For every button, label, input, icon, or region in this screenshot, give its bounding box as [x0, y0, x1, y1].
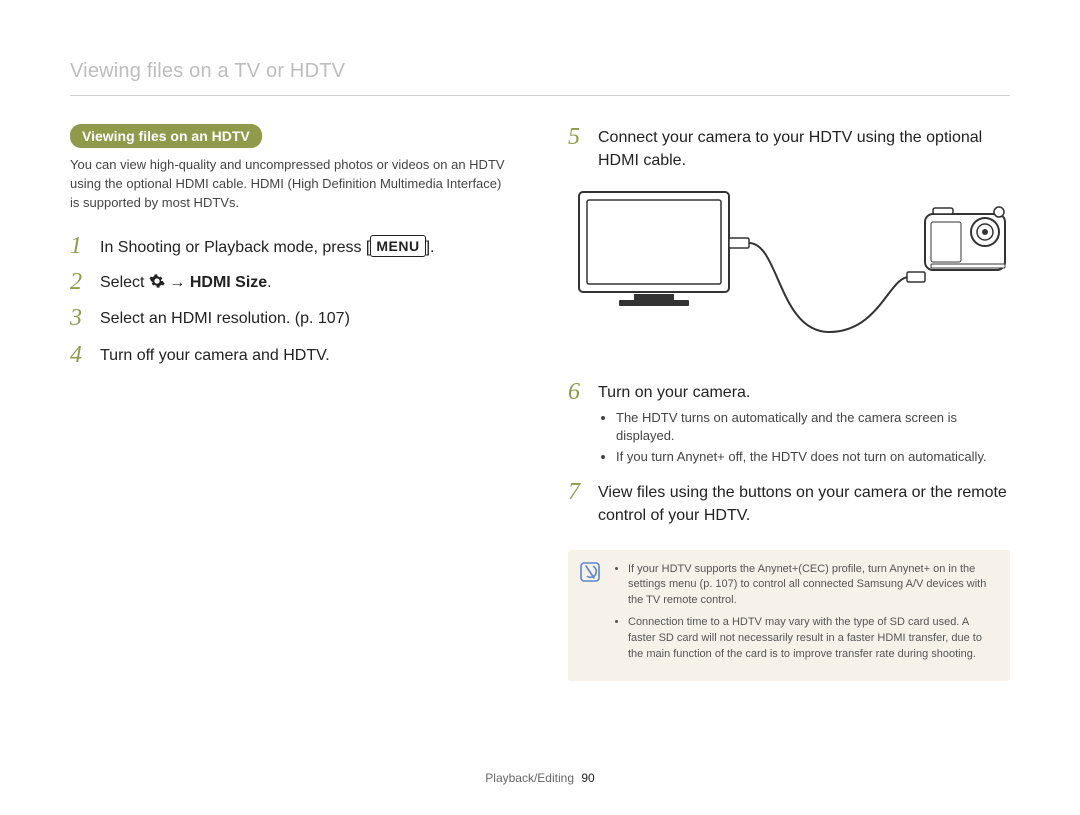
step-6: 6 Turn on your camera. The HDTV turns on…: [568, 379, 1010, 469]
list-item: The HDTV turns on automatically and the …: [616, 409, 1010, 445]
step-number: 4: [70, 342, 88, 368]
step-6-bullets: The HDTV turns on automatically and the …: [598, 409, 1010, 467]
list-item: If your HDTV supports the Anynet+(CEC) p…: [628, 562, 996, 610]
select-label: Select: [100, 274, 149, 291]
right-steps: 5 Connect your camera to your HDTV using…: [568, 124, 1010, 528]
step-body: Select an HDMI resolution. (p. 107): [100, 305, 512, 331]
hdmi-connection-illustration: [568, 182, 1010, 369]
step-number: 7: [568, 479, 586, 527]
step-7: 7 View files using the buttons on your c…: [568, 479, 1010, 527]
note-variant-icon: [580, 562, 600, 582]
page-footer: Playback/Editing 90: [0, 771, 1080, 785]
page-title: Viewing files on a TV or HDTV: [70, 60, 1010, 96]
step-6-text: Turn on your camera.: [598, 384, 750, 401]
step-body: Select → HDMI Size.: [100, 269, 512, 295]
step-text-end: .: [267, 274, 271, 291]
hdmi-size-label: HDMI Size: [190, 274, 267, 291]
step-5: 5 Connect your camera to your HDTV using…: [568, 124, 1010, 172]
footer-page-number: 90: [581, 771, 594, 785]
step-3: 3 Select an HDMI resolution. (p. 107): [70, 305, 512, 331]
step-body: Connect your camera to your HDTV using t…: [598, 124, 1010, 172]
step-body: View files using the buttons on your cam…: [598, 479, 1010, 527]
gear-icon: [149, 273, 165, 289]
step-text-pre: In Shooting or Playback mode, press [: [100, 239, 370, 256]
note-list: If your HDTV supports the Anynet+(CEC) p…: [612, 562, 996, 670]
footer-section: Playback/Editing: [485, 771, 574, 785]
step-number: 3: [70, 305, 88, 331]
step-body: Turn on your camera. The HDTV turns on a…: [598, 379, 1010, 469]
step-body: Turn off your camera and HDTV.: [100, 342, 512, 368]
intro-text: You can view high-quality and uncompress…: [70, 156, 512, 213]
section-pill: Viewing files on an HDTV: [70, 124, 262, 148]
menu-button-label: MENU: [370, 235, 425, 257]
step-4: 4 Turn off your camera and HDTV.: [70, 342, 512, 368]
arrow-icon: →: [169, 274, 189, 291]
step-number: 1: [70, 233, 88, 259]
right-column: 5 Connect your camera to your HDTV using…: [568, 124, 1010, 681]
note-box: If your HDTV supports the Anynet+(CEC) p…: [568, 550, 1010, 682]
step-1: 1 In Shooting or Playback mode, press [M…: [70, 233, 512, 259]
left-steps: 1 In Shooting or Playback mode, press [M…: [70, 233, 512, 369]
left-column: Viewing files on an HDTV You can view hi…: [70, 124, 512, 681]
step-body: In Shooting or Playback mode, press [MEN…: [100, 233, 512, 259]
step-text-post: ].: [426, 239, 435, 256]
step-number: 5: [568, 124, 586, 172]
step-2: 2 Select → HDMI Size.: [70, 269, 512, 295]
list-item: Connection time to a HDTV may vary with …: [628, 615, 996, 663]
list-item: If you turn Anynet+ off, the HDTV does n…: [616, 448, 1010, 466]
step-number: 2: [70, 269, 88, 295]
step-number: 6: [568, 379, 586, 469]
